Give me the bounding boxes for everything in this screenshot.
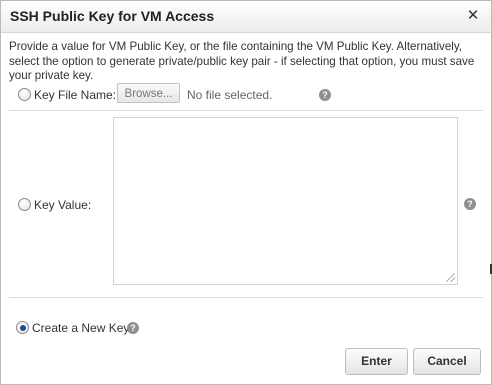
key-value-textarea[interactable] — [113, 117, 458, 285]
divider — [9, 110, 483, 111]
cancel-button[interactable]: Cancel — [413, 348, 481, 375]
dialog-title: SSH Public Key for VM Access — [10, 8, 215, 24]
key-value-label: Key Value: — [34, 198, 92, 212]
enter-button[interactable]: Enter — [345, 348, 408, 375]
create-new-key-radio[interactable] — [16, 321, 29, 334]
question-icon[interactable]: ? — [127, 322, 139, 334]
ssh-key-dialog: SSH Public Key for VM Access ✕ Provide a… — [0, 0, 492, 385]
question-icon[interactable]: ? — [319, 89, 331, 101]
key-file-radio[interactable] — [18, 88, 31, 101]
dialog-titlebar: SSH Public Key for VM Access ✕ — [1, 1, 491, 33]
divider — [9, 297, 483, 298]
browse-button[interactable]: Browse... — [117, 83, 180, 103]
close-icon[interactable]: ✕ — [466, 7, 480, 25]
dialog-description: Provide a value for VM Public Key, or th… — [9, 40, 475, 82]
question-icon[interactable]: ? — [464, 198, 476, 210]
resize-grip-icon[interactable] — [446, 273, 455, 282]
create-new-key-label: Create a New Key — [32, 321, 130, 335]
file-status-text: No file selected. — [187, 88, 273, 102]
key-file-label: Key File Name: — [34, 88, 117, 102]
key-value-radio[interactable] — [18, 198, 31, 211]
